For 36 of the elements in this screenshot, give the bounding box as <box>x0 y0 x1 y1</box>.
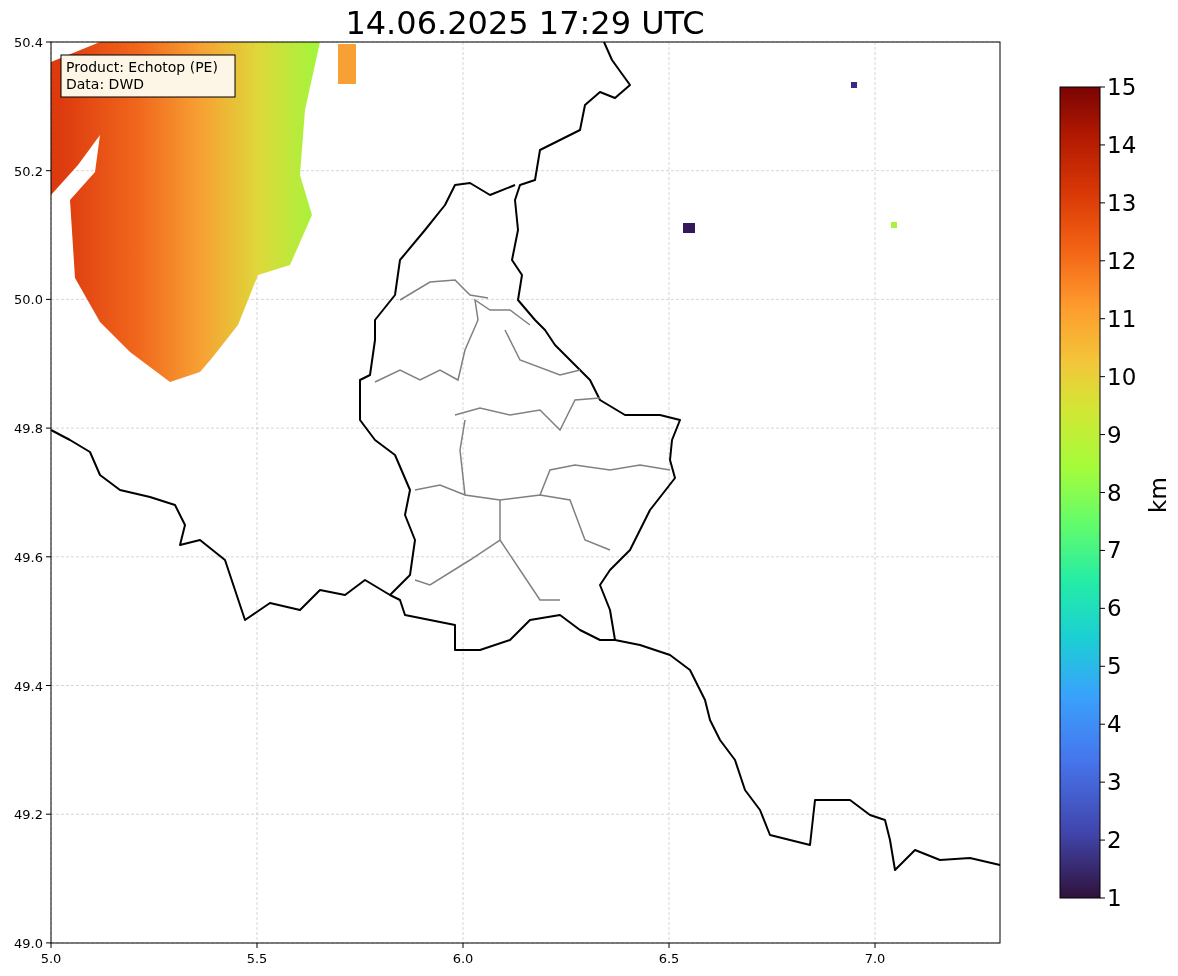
colorbar-tick-label: 7 <box>1107 537 1122 564</box>
colorbar-tick-label: 12 <box>1107 247 1137 274</box>
colorbar-tick-label: 6 <box>1107 595 1122 622</box>
axis-tick-label: 6.5 <box>658 951 680 966</box>
colorbar-tick-label: 15 <box>1107 74 1137 100</box>
axis-tick-label: 50.4 <box>14 35 43 50</box>
colorbar-tick-label: 8 <box>1107 479 1122 506</box>
axis-tick-label: 50.0 <box>14 292 43 308</box>
colorbar-tick-label: 4 <box>1107 711 1122 738</box>
axis-tick-label: 5.5 <box>246 951 268 966</box>
radar-echo-pixel <box>851 82 857 88</box>
axis-tick-label: 49.4 <box>14 678 43 694</box>
colorbar-tick-label: 10 <box>1107 363 1137 390</box>
legend-text: Product: Echotop (PE) <box>66 59 218 75</box>
colorbar-tick-label: 5 <box>1107 653 1122 680</box>
axis-tick-label: 49.2 <box>14 807 43 823</box>
axis-tick-label: 7.0 <box>864 951 886 966</box>
axis-tick-label: 49.0 <box>14 935 43 951</box>
axis-tick-label: 6.0 <box>452 951 474 966</box>
colorbar-tick-label: 13 <box>1107 189 1137 216</box>
colorbar-tick-label: 1 <box>1107 885 1122 911</box>
colorbar-tick-label: 14 <box>1107 131 1137 158</box>
colorbar-label: km <box>1145 477 1171 513</box>
radar-echo-pixel <box>891 222 897 228</box>
radar-echo-pixel <box>338 44 356 84</box>
colorbar-tick-label: 9 <box>1107 421 1122 448</box>
radar-echo-pixel <box>683 223 695 233</box>
colorbar-tick-label: 2 <box>1107 827 1122 854</box>
legend-text: Data: DWD <box>66 76 144 92</box>
map-title: 14.06.2025 17:29 UTC <box>345 4 705 42</box>
axis-tick-label: 50.2 <box>14 163 43 179</box>
colorbar-tick-label: 3 <box>1107 769 1122 796</box>
axis-tick-label: 49.8 <box>14 421 43 437</box>
axis-tick-label: 5.0 <box>40 951 62 966</box>
axis-tick-label: 49.6 <box>14 549 43 565</box>
colorbar-tick-label: 11 <box>1107 305 1137 332</box>
